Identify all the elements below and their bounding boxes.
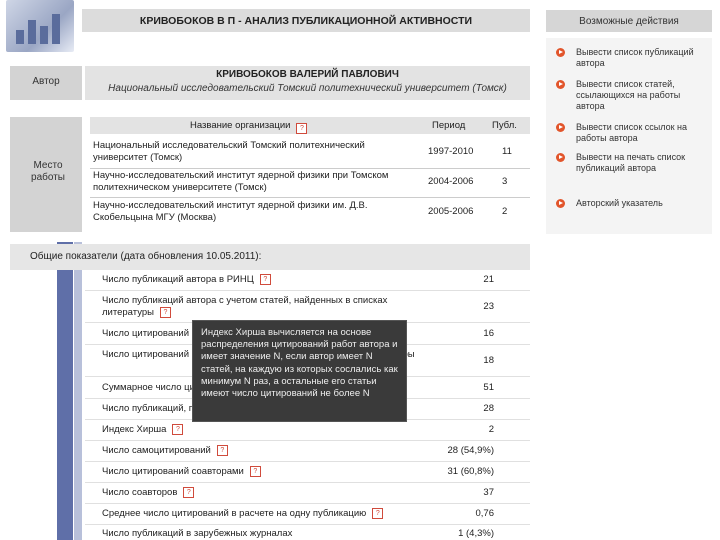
org-row-pubs[interactable]: 11 bbox=[502, 146, 512, 158]
action-author-index[interactable]: Авторский указатель bbox=[556, 198, 706, 212]
metric-value[interactable]: 28 bbox=[422, 403, 494, 415]
action-list-publications[interactable]: Вывести список публикаций автора bbox=[556, 47, 706, 71]
org-row: Научно-исследовательский институт ядерно… bbox=[90, 200, 530, 226]
metric-value[interactable]: 23 bbox=[422, 301, 494, 313]
row-divider bbox=[85, 290, 530, 291]
org-row: Научно-исследовательский институт ядерно… bbox=[90, 170, 530, 196]
metric-label: Среднее число цитирований в расчете на о… bbox=[102, 508, 422, 520]
metric-value: 0,76 bbox=[475, 508, 495, 519]
author-name: КРИВОБОКОВ ВАЛЕРИЙ ПАВЛОВИЧ bbox=[216, 69, 399, 80]
org-name-header: Название организации? bbox=[190, 120, 308, 134]
author-label: Автор bbox=[32, 76, 60, 87]
action-label[interactable]: Вывести на печать список публикаций авто… bbox=[576, 152, 706, 174]
metric-value[interactable]: 1 (4,3%) bbox=[422, 528, 494, 540]
metric-value[interactable]: 18 bbox=[422, 355, 494, 367]
row-divider bbox=[90, 197, 530, 198]
arrow-circle-icon bbox=[556, 123, 565, 132]
metric-label-text: Среднее число цитирований в расчете на о… bbox=[102, 508, 367, 520]
pubs-header: Публ. bbox=[492, 120, 517, 131]
row-divider bbox=[85, 461, 530, 462]
org-row-period: 2005-2006 bbox=[428, 206, 474, 217]
metric-label-text: Число соавторов bbox=[102, 487, 178, 499]
help-icon[interactable]: ? bbox=[183, 487, 195, 498]
metric-label: Число самоцитирований? bbox=[102, 445, 422, 457]
metric-value[interactable]: 37 bbox=[422, 487, 494, 499]
help-icon[interactable]: ? bbox=[159, 307, 171, 318]
metric-label: Число соавторов? bbox=[102, 487, 422, 499]
help-icon[interactable]: ? bbox=[216, 445, 228, 456]
help-icon[interactable]: ? bbox=[372, 508, 384, 519]
site-logo bbox=[6, 0, 74, 52]
metric-value[interactable]: 16 bbox=[422, 328, 494, 340]
arrow-circle-icon bbox=[556, 48, 565, 57]
row-divider bbox=[90, 168, 530, 169]
metric-value[interactable]: 51 bbox=[422, 382, 494, 394]
metric-value[interactable]: 21 bbox=[422, 274, 494, 286]
actions-heading: Возможные действия bbox=[546, 10, 712, 32]
org-name-header-label: Название организации bbox=[190, 120, 291, 131]
workplace-label: Место работы bbox=[31, 160, 65, 183]
help-icon[interactable]: ? bbox=[296, 123, 308, 134]
org-row-name[interactable]: Научно-исследовательский институт ядерно… bbox=[93, 200, 403, 224]
metric-label: Индекс Хирша? bbox=[102, 424, 422, 436]
help-icon[interactable]: ? bbox=[172, 424, 184, 435]
metric-label-text: Число цитирований соавторами bbox=[102, 466, 244, 478]
page-title: КРИВОБОКОВ В П - АНАЛИЗ ПУБЛИКАЦИОННОЙ А… bbox=[82, 9, 530, 32]
arrow-circle-icon bbox=[556, 153, 565, 162]
action-list-citing-articles[interactable]: Вывести список статей, ссылающихся на ра… bbox=[556, 79, 706, 115]
period-header: Период bbox=[432, 120, 466, 131]
metric-label-text: Индекс Хирша bbox=[102, 424, 167, 436]
org-row: Национальный исследовательский Томский п… bbox=[90, 140, 530, 166]
metric-label: Число цитирований соавторами? bbox=[102, 466, 422, 478]
indicators-heading: Общие показатели (дата обновления 10.05.… bbox=[10, 244, 530, 270]
metric-label: Число публикаций автора в РИНЦ? bbox=[102, 274, 422, 286]
metric-label: Число публикаций автора с учетом статей,… bbox=[102, 295, 412, 319]
org-row-pubs[interactable]: 2 bbox=[502, 206, 507, 218]
action-list-references[interactable]: Вывести список ссылок на работы автора bbox=[556, 122, 706, 146]
left-stripe-light bbox=[74, 242, 82, 540]
help-icon[interactable]: ? bbox=[259, 274, 271, 285]
org-row-name[interactable]: Национальный исследовательский Томский п… bbox=[93, 140, 403, 164]
metric-value[interactable]: 2 bbox=[422, 424, 494, 436]
action-label[interactable]: Вывести список статей, ссылающихся на ра… bbox=[576, 79, 706, 112]
org-row-pubs[interactable]: 3 bbox=[502, 176, 507, 188]
row-divider bbox=[85, 482, 530, 483]
metric-label-text: Число публикаций автора в РИНЦ bbox=[102, 274, 254, 286]
metric-label: Число публикаций в зарубежных журналах bbox=[102, 528, 293, 539]
metric-label-text: Число самоцитирований bbox=[102, 445, 211, 457]
left-stripe bbox=[57, 242, 73, 540]
metric-value[interactable]: 31 (60,8%) bbox=[422, 466, 494, 478]
arrow-circle-icon bbox=[556, 80, 565, 89]
action-label[interactable]: Авторский указатель bbox=[576, 198, 706, 209]
metric-label-text: Число публикаций автора с учетом статей,… bbox=[102, 295, 388, 319]
org-row-period: 2004-2006 bbox=[428, 176, 474, 187]
org-table-header: Название организации? Период Публ. bbox=[90, 117, 530, 134]
author-org: Национальный исследовательский Томский п… bbox=[108, 83, 507, 94]
org-row-name[interactable]: Научно-исследовательский институт ядерно… bbox=[93, 170, 403, 194]
row-divider bbox=[85, 524, 530, 525]
h-index-tooltip: Индекс Хирша вычисляется на основе распр… bbox=[192, 320, 407, 422]
help-icon[interactable]: ? bbox=[249, 466, 261, 477]
org-row-period: 1997-2010 bbox=[428, 146, 474, 157]
row-divider bbox=[85, 440, 530, 441]
arrow-circle-icon bbox=[556, 199, 565, 208]
action-label[interactable]: Вывести список ссылок на работы автора bbox=[576, 122, 706, 144]
action-print-publications[interactable]: Вывести на печать список публикаций авто… bbox=[556, 152, 706, 176]
row-divider bbox=[85, 503, 530, 504]
action-label[interactable]: Вывести список публикаций автора bbox=[576, 47, 706, 69]
metric-value[interactable]: 28 (54,9%) bbox=[422, 445, 494, 457]
indicators-heading-label: Общие показатели (дата обновления 10.05.… bbox=[30, 251, 262, 262]
